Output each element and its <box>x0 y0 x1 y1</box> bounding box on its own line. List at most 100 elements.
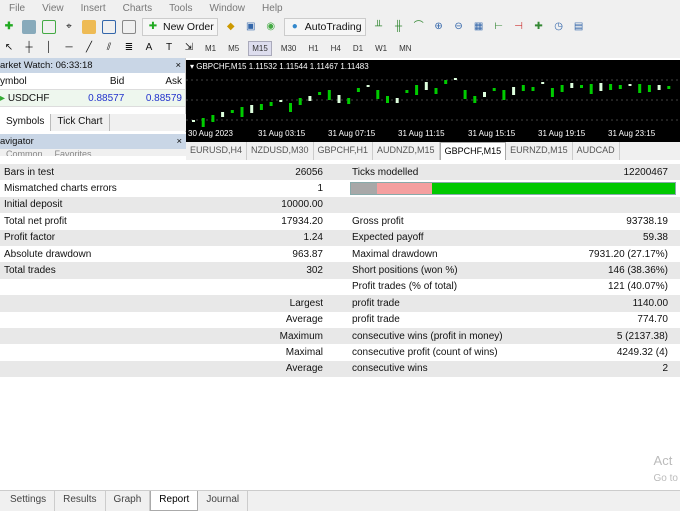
fibonacci-icon[interactable]: ≣ <box>122 41 136 55</box>
chart-tab[interactable]: GBPCHF,H1 <box>314 142 374 160</box>
stat-value: 2 <box>662 363 668 375</box>
tab-results[interactable]: Results <box>55 491 106 511</box>
autotrading-button[interactable]: ● AutoTrading <box>283 18 366 36</box>
chart-shift-icon[interactable]: ⊣ <box>512 20 526 34</box>
navigator-icon[interactable] <box>82 20 96 34</box>
navigator-panel: avigator × Common Favorites <box>0 134 186 156</box>
autoscroll-icon[interactable]: ⊢ <box>492 20 506 34</box>
signals-icon[interactable]: ◉ <box>264 20 278 34</box>
label-icon[interactable]: T <box>162 41 176 55</box>
tf-m1[interactable]: M1 <box>202 42 219 55</box>
tf-h1[interactable]: H1 <box>305 42 321 55</box>
profiles-icon[interactable] <box>22 20 36 34</box>
price-chart[interactable]: ▾ GBPCHF,M15 1.11532 1.11544 1.11467 1.1… <box>186 60 680 142</box>
autotrading-icon: ● <box>291 21 298 32</box>
menu-file[interactable]: File <box>9 3 25 14</box>
tf-h4[interactable]: H4 <box>328 42 344 55</box>
stat-label: consecutive wins <box>352 363 428 375</box>
symbol-header[interactable]: ymbol <box>0 76 70 87</box>
tab-tick-chart[interactable]: Tick Chart <box>51 114 110 131</box>
tab-journal[interactable]: Journal <box>198 491 249 511</box>
bar-chart-icon[interactable]: ╨ <box>372 20 386 34</box>
tester-icon[interactable] <box>122 20 136 34</box>
stat-label: Expected payoff <box>352 232 424 244</box>
crosshair-tool-icon[interactable]: ┼ <box>22 41 36 55</box>
tf-m30[interactable]: M30 <box>278 42 300 55</box>
menu-insert[interactable]: Insert <box>81 3 106 14</box>
quality-segment <box>431 183 675 195</box>
tab-favorites[interactable]: Favorites <box>49 149 98 156</box>
account-icon[interactable]: ▣ <box>244 20 258 34</box>
tab-settings[interactable]: Settings <box>2 491 56 511</box>
chart-tab[interactable]: NZDUSD,M30 <box>247 142 314 160</box>
x-axis-label: 31 Aug 23:15 <box>608 129 656 138</box>
menu-view[interactable]: View <box>42 3 64 14</box>
menu-window[interactable]: Window <box>209 3 245 14</box>
text-icon[interactable]: A <box>142 41 156 55</box>
watermark-line: Go to <box>653 473 678 484</box>
candle <box>628 84 632 86</box>
market-watch-row[interactable]: ▸ USDCHF 0.88577 0.88579 <box>0 90 185 107</box>
bid-header[interactable]: Bid <box>70 76 128 87</box>
trendline-icon[interactable]: ╱ <box>82 41 96 55</box>
tab-report[interactable]: Report <box>150 491 199 511</box>
metaeditor-icon[interactable]: ◆ <box>224 20 238 34</box>
line-chart-icon[interactable]: ⌒ <box>412 20 426 34</box>
stat-label: consecutive profit (count of wins) <box>352 346 498 358</box>
tf-m5[interactable]: M5 <box>225 42 242 55</box>
tf-d1[interactable]: D1 <box>350 42 366 55</box>
report-row: Mismatched charts errors 1 <box>0 180 680 196</box>
new-order-button[interactable]: ✚ New Order <box>142 18 218 36</box>
candle <box>337 95 341 103</box>
channel-icon[interactable]: ⫽ <box>102 41 116 55</box>
indicators-icon[interactable]: ✚ <box>532 20 546 34</box>
candle <box>347 98 351 104</box>
new-chart-icon[interactable]: ✚ <box>2 20 16 34</box>
zoom-in-icon[interactable]: ⊕ <box>432 20 446 34</box>
menu-tools[interactable]: Tools <box>169 3 192 14</box>
tab-symbols[interactable]: Symbols <box>0 114 52 131</box>
arrow-icon: ▸ <box>0 92 8 104</box>
chart-tab[interactable]: AUDCAD <box>573 142 620 160</box>
stat-value: 7931.20 (27.17%) <box>588 248 668 260</box>
chart-tab-active[interactable]: GBPCHF,M15 <box>439 142 507 160</box>
chart-tab[interactable]: EURUSD,H4 <box>186 142 248 160</box>
tab-graph[interactable]: Graph <box>106 491 151 511</box>
close-icon[interactable]: × <box>175 60 181 71</box>
tf-mn[interactable]: MN <box>396 42 414 55</box>
tile-windows-icon[interactable]: ▦ <box>472 20 486 34</box>
candle <box>279 100 283 102</box>
candle <box>667 86 671 89</box>
candle <box>473 96 477 103</box>
candlestick-icon[interactable]: ╫ <box>392 20 406 34</box>
crosshair-icon[interactable]: ⌖ <box>62 20 76 34</box>
row-label: Absolute drawdown <box>4 248 92 260</box>
zoom-out-icon[interactable]: ⊖ <box>452 20 466 34</box>
menu-bar: File View Insert Charts Tools Window Hel… <box>0 0 680 16</box>
terminal-icon[interactable] <box>102 20 116 34</box>
tab-common[interactable]: Common <box>0 149 49 156</box>
row-value: Maximal <box>285 346 323 358</box>
candle <box>589 84 593 94</box>
candle <box>298 98 302 105</box>
close-icon[interactable]: × <box>176 136 182 147</box>
menu-charts[interactable]: Charts <box>123 3 152 14</box>
row-value: Average <box>285 363 323 375</box>
arrows-icon[interactable]: ⇲ <box>182 41 196 55</box>
periods-icon[interactable]: ◷ <box>552 20 566 34</box>
horizontal-line-icon[interactable]: ─ <box>62 41 76 55</box>
row-value: 10000.00 <box>281 199 323 211</box>
menu-help[interactable]: Help <box>262 3 283 14</box>
chart-tab[interactable]: AUDNZD,M15 <box>373 142 440 160</box>
cursor-icon[interactable]: ↖ <box>2 41 16 55</box>
market-watch-icon[interactable] <box>42 20 56 34</box>
candle <box>424 82 428 90</box>
watermark-line: Act <box>653 453 673 468</box>
ask-header[interactable]: Ask <box>127 76 185 87</box>
chart-tab[interactable]: EURNZD,M15 <box>506 142 573 160</box>
tf-w1[interactable]: W1 <box>372 42 390 55</box>
tf-m15[interactable]: M15 <box>248 40 272 56</box>
templates-icon[interactable]: ▤ <box>572 20 586 34</box>
vertical-line-icon[interactable]: │ <box>42 41 56 55</box>
candle <box>405 90 409 93</box>
